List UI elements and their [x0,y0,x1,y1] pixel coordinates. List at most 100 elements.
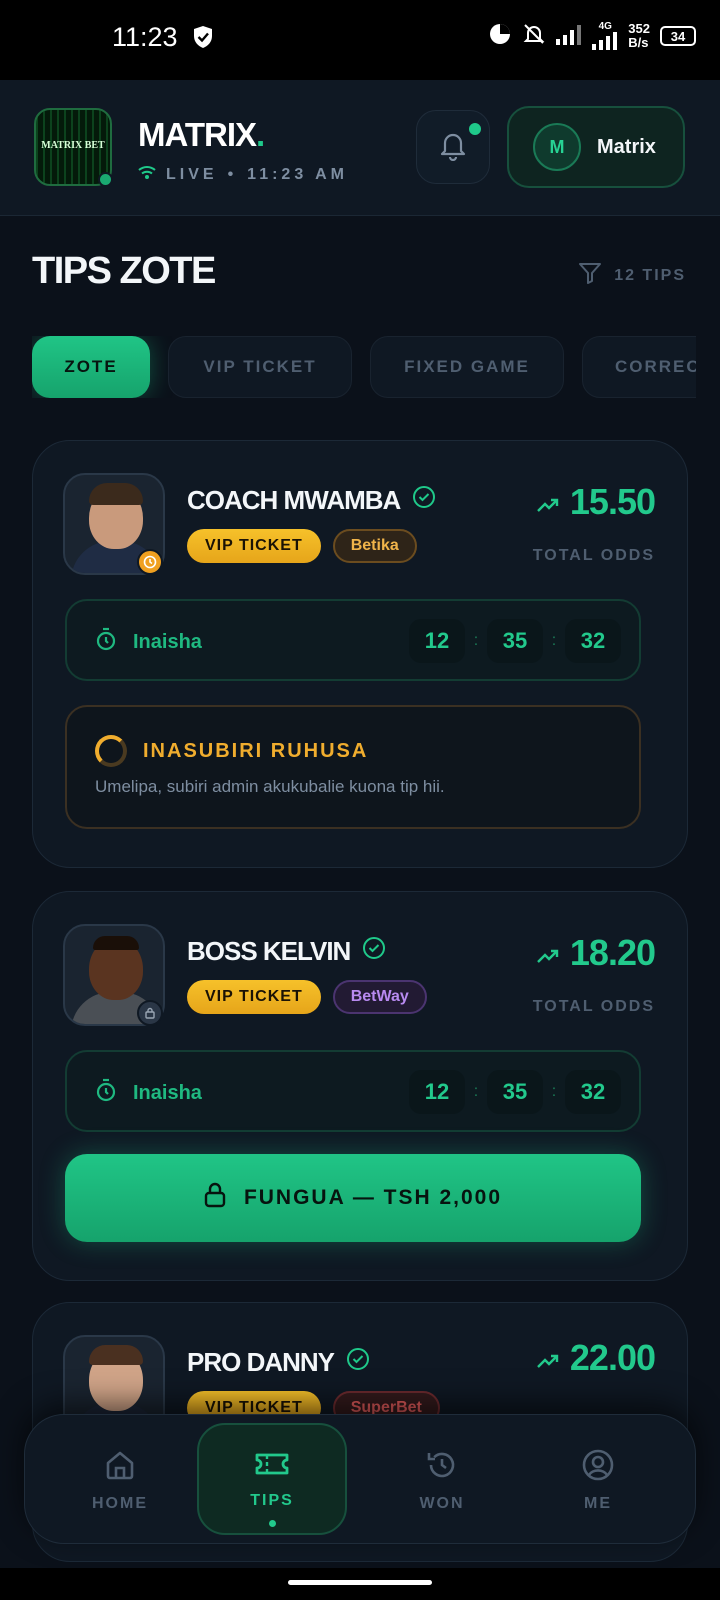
nav-tips[interactable]: TIPS [197,1423,347,1535]
lock-badge-icon [137,1000,163,1026]
signal-icon [556,23,582,49]
online-indicator [98,172,113,187]
profile-name: Matrix [597,135,656,158]
history-icon [425,1448,459,1487]
logo-text: MATRIX BET [41,140,105,151]
countdown-seconds: 32 [565,1070,621,1114]
stopwatch-icon [95,1078,117,1108]
status-time: 11:23 [112,22,178,52]
live-status: LIVE • 11:23 AM [138,164,348,185]
countdown-minutes: 35 [487,1070,543,1114]
bell-off-icon [522,22,546,50]
filter-icon [578,262,602,289]
vip-badge: VIP TICKET [187,529,321,563]
tip-card[interactable]: BOSS KELVIN VIP TICKET BetWay 18.20 TOTA… [32,891,688,1281]
tip-card[interactable]: COACH MWAMBA VIP TICKET Betika 15.50 TOT… [32,440,688,868]
unlock-button[interactable]: FUNGUA — TSH 2,000 [65,1154,641,1242]
pending-clock-icon [137,549,163,575]
odds-label: TOTAL ODDS [532,998,655,1015]
tip-tags: VIP TICKET Betika [187,529,417,563]
countdown-label-text: Inaisha [133,630,202,653]
tab-fixed-game[interactable]: FIXED GAME [370,336,564,398]
vip-badge: VIP TICKET [187,980,321,1014]
nav-won-label: WON [419,1494,465,1512]
tab-vip-ticket[interactable]: VIP TICKET [168,336,352,398]
ticket-icon [254,1449,290,1484]
bookmaker-badge: BetWay [332,980,427,1014]
verified-icon [346,1347,370,1378]
tipster-name-text: BOSS KELVIN [187,936,351,966]
trending-up-icon [536,932,560,974]
battery-icon: 34 [660,26,696,46]
countdown: Inaisha 12 : 35 : 32 [65,1050,641,1132]
net-speed: 352 B/s [628,22,650,50]
nav-me-label: ME [584,1494,612,1512]
countdown-time: 12 : 35 : 32 [409,619,621,663]
nav-home[interactable]: HOME [45,1415,195,1545]
live-separator: • [227,165,238,183]
pending-approval-notice: INASUBIRI RUHUSA Umelipa, subiri admin a… [65,705,641,829]
nav-home-label: HOME [92,1494,148,1512]
tipster-name: PRO DANNY [187,1347,370,1378]
net-speed-unit: B/s [628,35,649,50]
tips-filter[interactable]: 12 TIPS [578,262,686,289]
category-tabs: ZOTE VIP TICKET FIXED GAME CORREC [32,336,696,398]
avatar: M [533,123,581,171]
total-odds: 22.00 [536,1337,656,1379]
lock-icon [204,1182,226,1214]
countdown-hours: 12 [409,1070,465,1114]
verified-icon [412,485,436,516]
countdown-label: Inaisha [95,627,202,657]
home-icon [103,1448,137,1487]
tab-correct-score[interactable]: CORREC [582,336,696,398]
total-odds: 18.20 [536,932,656,974]
pending-title-text: INASUBIRI RUHUSA [143,739,369,762]
user-icon [581,1448,615,1487]
tipster-name-text: COACH MWAMBA [187,485,401,515]
tipster-name: BOSS KELVIN [187,936,386,967]
live-time: 11:23 AM [247,165,348,183]
tips-count: 12 TIPS [614,266,686,284]
tip-tags: VIP TICKET BetWay [187,980,427,1014]
notification-dot [469,123,481,135]
home-handle[interactable] [288,1580,432,1585]
data-saver-icon [488,22,512,50]
pending-message: Umelipa, subiri admin akukubalie kuona t… [95,777,445,796]
bookmaker-badge: Betika [332,529,417,563]
nav-me[interactable]: ME [523,1415,673,1545]
net-speed-value: 352 [628,21,650,36]
odds-value: 18.20 [569,932,656,973]
bottom-navigation: HOME TIPS WON ME [24,1414,696,1544]
live-label: LIVE [166,165,218,183]
notifications-button[interactable] [416,110,490,184]
odds-value: 15.50 [569,481,656,522]
tipster-name-text: PRO DANNY [187,1347,335,1377]
countdown-hours: 12 [409,619,465,663]
countdown-minutes: 35 [487,619,543,663]
tab-zote[interactable]: ZOTE [32,336,150,398]
profile-button[interactable]: M Matrix [507,106,685,188]
loading-spinner-icon [95,735,127,767]
verified-icon [362,936,386,967]
status-bar: 11:23 4G 352 B/s 34 [0,0,720,80]
nav-won[interactable]: WON [367,1415,517,1545]
unlock-label: FUNGUA — TSH 2,000 [243,1186,503,1209]
trending-up-icon [536,1337,560,1379]
status-icons: 4G 352 B/s 34 [488,22,696,50]
system-gesture-bar [0,1568,720,1600]
network-4g: 4G [592,22,618,50]
active-indicator [268,1520,276,1527]
nav-tips-label: TIPS [250,1491,294,1509]
countdown-seconds: 32 [565,619,621,663]
odds-label: TOTAL ODDS [532,547,655,564]
wifi-icon [138,164,156,185]
app-header: MATRIX BET MATRIX. LIVE • 11:23 AM M Mat… [0,80,720,216]
tipster-name: COACH MWAMBA [187,485,436,516]
page-title: TIPS ZOTE [32,250,216,292]
countdown-label: Inaisha [95,1078,202,1108]
shield-icon [192,25,214,53]
network-type: 4G [598,21,612,32]
countdown-time: 12 : 35 : 32 [409,1070,621,1114]
stopwatch-icon [95,627,117,657]
countdown-label-text: Inaisha [133,1081,202,1104]
